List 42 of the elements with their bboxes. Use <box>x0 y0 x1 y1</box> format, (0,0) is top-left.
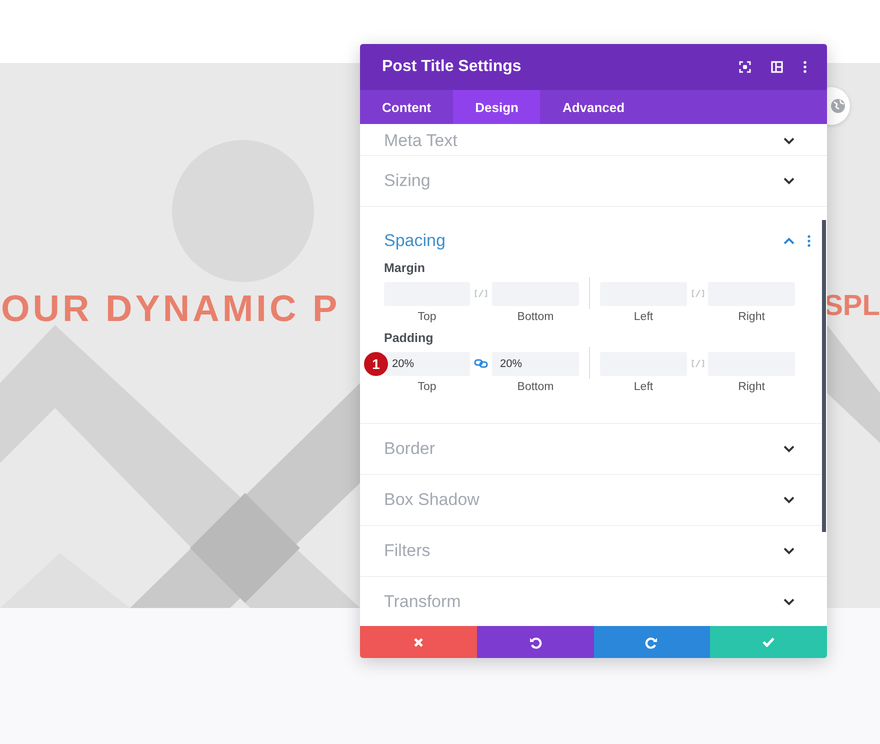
more-icon[interactable] <box>807 235 811 247</box>
chevron-down-icon[interactable] <box>783 136 795 144</box>
link-icon[interactable] <box>474 358 488 368</box>
section-title[interactable]: Transform <box>384 592 783 612</box>
redo-icon <box>645 636 658 648</box>
field-label: Padding <box>384 331 434 345</box>
fullscreen-icon[interactable] <box>739 61 751 73</box>
input-field[interactable]: 20% <box>384 352 470 376</box>
section-title[interactable]: Sizing <box>384 171 783 191</box>
input-field[interactable]: 20% <box>492 352 579 376</box>
field-caption: Bottom <box>517 380 554 392</box>
check-icon <box>762 637 776 647</box>
section-title[interactable]: Border <box>384 439 783 459</box>
section-title[interactable]: Filters <box>384 541 783 561</box>
section-title[interactable]: Meta Text <box>384 130 783 150</box>
field-caption: Right <box>738 310 765 322</box>
section-title[interactable]: Spacing <box>384 231 771 251</box>
field-caption: Left <box>634 380 654 392</box>
field-caption: Top <box>418 310 436 322</box>
chevron-down-icon[interactable] <box>783 598 795 606</box>
hero-heading: SPL <box>824 292 880 321</box>
field-caption: Bottom <box>517 310 554 322</box>
field-label: Margin <box>384 261 426 275</box>
step-badge: 1 <box>364 352 388 376</box>
more-icon[interactable] <box>803 61 807 73</box>
section-title[interactable]: Box Shadow <box>384 490 783 510</box>
layout-icon[interactable] <box>771 61 783 73</box>
close-icon <box>412 636 424 648</box>
tab[interactable]: Design <box>453 90 540 124</box>
chevron-down-icon[interactable] <box>783 547 795 555</box>
field-caption: Right <box>738 380 765 392</box>
chevron-down-icon[interactable] <box>783 496 795 504</box>
window-title: Post Title Settings <box>382 58 522 76</box>
chevron-down-icon[interactable] <box>783 177 795 185</box>
chevron-up-icon[interactable] <box>783 237 795 245</box>
hero-heading: OUR DYNAMIC P <box>1 290 340 327</box>
tab[interactable]: Advanced <box>540 90 647 124</box>
tab[interactable]: Content <box>360 90 454 124</box>
field-caption: Left <box>634 310 654 322</box>
undo-icon <box>528 636 542 648</box>
chevron-down-icon[interactable] <box>783 445 795 453</box>
field-caption: Top <box>418 380 436 392</box>
